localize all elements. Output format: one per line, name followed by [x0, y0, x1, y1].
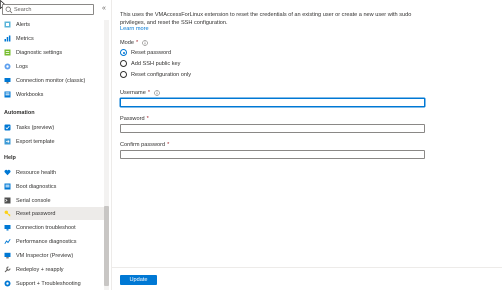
- radio-add-ssh-key[interactable]: [120, 60, 127, 67]
- radio-label: Reset password: [131, 49, 172, 56]
- serial-console-icon: [4, 197, 11, 204]
- alerts-icon: [4, 21, 11, 28]
- username-field[interactable]: [120, 98, 425, 107]
- confirm-password-label: Confirm password *: [120, 142, 169, 148]
- sidebar-item-label: Diagnostic settings: [16, 49, 63, 56]
- sidebar-item-label: Workbooks: [16, 91, 44, 98]
- radio-reset-configuration[interactable]: [120, 71, 127, 78]
- username-label-text: Username: [120, 90, 146, 96]
- sidebar-item-serial-console[interactable]: Serial console: [0, 194, 104, 207]
- performance-diagnostics-icon: [4, 238, 11, 245]
- password-label-text: Password: [120, 116, 145, 122]
- sidebar-item-diagnostic-settings[interactable]: Diagnostic settings: [0, 46, 104, 59]
- sidebar-item-label: Logs: [16, 63, 28, 70]
- connection-troubleshoot-icon: [4, 225, 11, 231]
- export-template-icon: [4, 138, 11, 145]
- sidebar-item-label: Tasks (preview): [16, 124, 55, 131]
- metrics-icon: [4, 35, 11, 42]
- tasks-icon: [4, 124, 11, 131]
- sidebar-item-redeploy[interactable]: Redeploy + reapply: [0, 263, 104, 276]
- sidebar-item-label: VM Inspector (Preview): [16, 252, 74, 259]
- radio-label: Add SSH public key: [131, 60, 181, 67]
- menu-search-box[interactable]: [2, 4, 94, 15]
- vm-inspector-icon: [4, 252, 11, 259]
- connection-monitor-icon: [4, 78, 11, 84]
- learn-more-link[interactable]: Learn more: [120, 26, 149, 32]
- sidebar-item-label: Connection troubleshoot: [16, 224, 76, 231]
- sidebar-item-alerts[interactable]: Alerts: [0, 18, 104, 31]
- radio-reset-password[interactable]: [120, 49, 127, 56]
- resource-menu-sidebar: « Alerts Metrics Diagnostic settings Log…: [0, 0, 112, 290]
- help-section-header: Help: [4, 155, 16, 161]
- sidebar-item-workbooks[interactable]: Workbooks: [0, 88, 104, 101]
- collapse-menu-button[interactable]: «: [100, 5, 108, 13]
- support-icon: [4, 280, 11, 287]
- confirm-password-field[interactable]: [120, 150, 425, 159]
- mode-option-reset-password[interactable]: Reset password: [120, 48, 171, 57]
- boot-diagnostics-icon: [4, 183, 11, 190]
- sidebar-item-reset-password[interactable]: Reset password: [0, 207, 104, 220]
- logs-icon: [4, 63, 11, 70]
- sidebar-item-label: Metrics: [16, 35, 34, 42]
- sidebar-item-label: Resource health: [16, 169, 57, 176]
- info-icon[interactable]: [154, 90, 160, 96]
- required-mark: *: [147, 90, 150, 96]
- automation-section-header: Automation: [4, 110, 35, 116]
- sidebar-item-support[interactable]: Support + Troubleshooting: [0, 277, 104, 290]
- sidebar-item-export-template[interactable]: Export template: [0, 135, 104, 148]
- confirm-password-label-text: Confirm password: [120, 142, 166, 148]
- sidebar-item-boot-diagnostics[interactable]: Boot diagnostics: [0, 180, 104, 193]
- sidebar-item-connection-troubleshoot[interactable]: Connection troubleshoot: [0, 221, 104, 234]
- footer-divider: [112, 267, 502, 268]
- sidebar-item-label: Support + Troubleshooting: [16, 280, 81, 287]
- sidebar-item-vm-inspector[interactable]: VM Inspector (Preview): [0, 249, 104, 262]
- required-mark: *: [136, 40, 139, 46]
- sidebar-scrollbar-thumb[interactable]: [104, 206, 109, 286]
- mode-label: Mode *: [120, 40, 148, 46]
- required-mark: *: [167, 142, 170, 148]
- sidebar-item-resource-health[interactable]: Resource health: [0, 166, 104, 179]
- sidebar-item-label: Connection monitor (classic): [16, 77, 86, 84]
- mode-option-add-ssh-key[interactable]: Add SSH public key: [120, 59, 180, 68]
- heart-icon: [4, 169, 11, 176]
- sidebar-item-label: Reset password: [16, 210, 56, 217]
- diagnostic-settings-icon: [4, 49, 11, 56]
- sidebar-item-label: Serial console: [16, 197, 51, 204]
- sidebar-item-performance-diagnostics[interactable]: Performance diagnostics: [0, 235, 104, 248]
- workbooks-icon: [4, 91, 11, 98]
- reset-password-panel: This uses the VMAccessForLinux extension…: [118, 0, 502, 290]
- info-icon[interactable]: [142, 40, 148, 46]
- required-mark: *: [146, 116, 149, 122]
- sidebar-item-logs[interactable]: Logs: [0, 60, 104, 73]
- search-icon: [5, 6, 13, 14]
- sidebar-item-label: Alerts: [16, 21, 31, 28]
- reset-password-description: This uses the VMAccessForLinux extension…: [120, 12, 412, 26]
- username-label: Username *: [120, 90, 160, 96]
- mode-option-reset-configuration[interactable]: Reset configuration only: [120, 70, 191, 79]
- wrench-icon: [4, 266, 11, 273]
- sidebar-item-connection-monitor[interactable]: Connection monitor (classic): [0, 74, 104, 87]
- sidebar-item-label: Redeploy + reapply: [16, 266, 64, 273]
- password-field[interactable]: [120, 124, 425, 133]
- sidebar-item-label: Performance diagnostics: [16, 238, 77, 245]
- sidebar-item-label: Export template: [16, 138, 55, 145]
- sidebar-item-metrics[interactable]: Metrics: [0, 32, 104, 45]
- sidebar-item-tasks[interactable]: Tasks (preview): [0, 121, 104, 134]
- update-button[interactable]: Update: [120, 275, 157, 285]
- key-icon: [4, 210, 11, 217]
- mode-label-text: Mode: [120, 40, 134, 46]
- sidebar-item-label: Boot diagnostics: [16, 183, 57, 190]
- menu-search-input[interactable]: [14, 6, 92, 14]
- radio-label: Reset configuration only: [131, 71, 192, 78]
- password-label: Password *: [120, 116, 149, 122]
